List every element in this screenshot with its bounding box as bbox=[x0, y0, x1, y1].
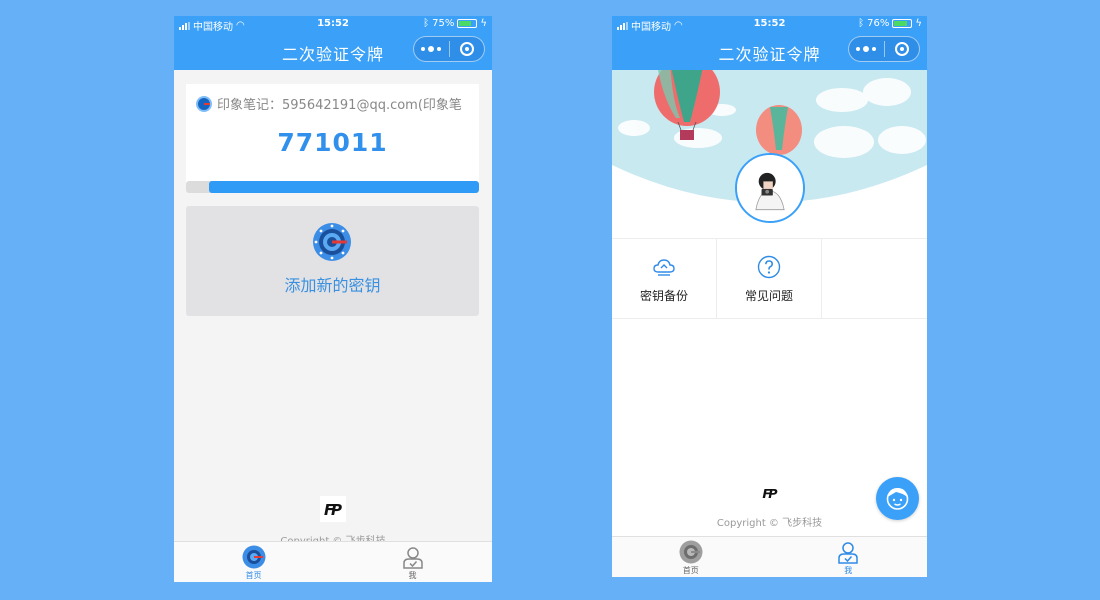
authenticator-icon bbox=[679, 540, 703, 564]
tab-home-label: 首页 bbox=[245, 571, 262, 580]
menu-faq-label: 常见问题 bbox=[744, 288, 793, 303]
more-icon[interactable] bbox=[414, 45, 449, 52]
add-key-label: 添加新的密钥 bbox=[284, 276, 381, 295]
phone-home-screen: 中国移动 ◠ 15:52 ᛒ 75% ϟ 二次验证令牌 印象笔记：5956421… bbox=[174, 16, 492, 582]
more-icon[interactable] bbox=[849, 45, 884, 52]
close-miniprogram-icon[interactable] bbox=[884, 42, 919, 56]
charging-icon: ϟ bbox=[915, 18, 922, 29]
tab-home[interactable]: 首页 bbox=[612, 537, 770, 577]
tab-me-label: 我 bbox=[844, 566, 853, 575]
bluetooth-icon: ᛒ bbox=[858, 18, 865, 29]
charging-icon: ϟ bbox=[480, 18, 487, 29]
user-avatar[interactable] bbox=[735, 153, 805, 223]
company-logo: FP bbox=[320, 496, 346, 522]
tab-home-label: 首页 bbox=[682, 566, 699, 575]
account-name: 印象笔记：595642191@qq.com(印象笔 bbox=[217, 98, 462, 113]
battery-icon bbox=[892, 19, 913, 28]
authenticator-logo-icon bbox=[313, 223, 351, 261]
status-bar: 中国移动 ◠ 15:52 ᛒ 75% ϟ bbox=[174, 16, 492, 33]
status-bar: 中国移动 ◠ 15:52 ᛒ 76% ϟ bbox=[612, 16, 927, 33]
battery-percent: 76% bbox=[867, 18, 890, 29]
support-face-icon bbox=[886, 488, 909, 510]
add-key-button[interactable]: 添加新的密钥 bbox=[186, 206, 479, 316]
battery-percent: 75% bbox=[432, 18, 455, 29]
authenticator-icon bbox=[196, 95, 212, 112]
close-miniprogram-icon[interactable] bbox=[449, 42, 484, 56]
battery-icon bbox=[457, 19, 478, 28]
question-circle-icon bbox=[757, 255, 781, 278]
customer-service-button[interactable] bbox=[876, 477, 919, 520]
cloud-backup-icon bbox=[653, 258, 675, 276]
company-logo: FP bbox=[759, 482, 781, 504]
menu-key-backup-label: 密钥备份 bbox=[639, 288, 688, 303]
tab-me-label: 我 bbox=[408, 571, 417, 580]
tab-bar: 首页 我 bbox=[612, 536, 927, 577]
code-timer-fill bbox=[209, 181, 479, 193]
miniprogram-capsule bbox=[413, 36, 485, 62]
bluetooth-icon: ᛒ bbox=[423, 18, 430, 29]
user-icon bbox=[402, 547, 423, 569]
tab-me[interactable]: 我 bbox=[770, 537, 928, 577]
miniprogram-capsule bbox=[848, 36, 920, 62]
user-icon bbox=[838, 542, 858, 564]
menu-empty-cell bbox=[822, 239, 927, 319]
tab-home[interactable]: 首页 bbox=[174, 542, 333, 582]
code-timer-progress bbox=[186, 181, 479, 193]
menu-key-backup[interactable]: 密钥备份 bbox=[612, 239, 717, 319]
tab-bar: 首页 我 bbox=[174, 541, 492, 582]
nav-bar: 二次验证令牌 bbox=[174, 32, 492, 70]
authenticator-icon bbox=[242, 545, 265, 569]
svg-text:P: P bbox=[768, 486, 778, 501]
svg-text:P: P bbox=[331, 501, 342, 519]
verification-code: 771011 bbox=[277, 128, 388, 157]
nav-bar: 二次验证令牌 bbox=[612, 32, 927, 70]
account-token-card[interactable]: 印象笔记：595642191@qq.com(印象笔 771011 bbox=[186, 84, 479, 184]
profile-menu-grid: 密钥备份 常见问题 bbox=[612, 238, 927, 319]
tab-me[interactable]: 我 bbox=[333, 542, 492, 582]
menu-faq[interactable]: 常见问题 bbox=[717, 239, 822, 319]
phone-profile-screen: 中国移动 ◠ 15:52 ᛒ 76% ϟ 二次验证令牌 密钥备份 常见问题 F … bbox=[612, 16, 927, 577]
